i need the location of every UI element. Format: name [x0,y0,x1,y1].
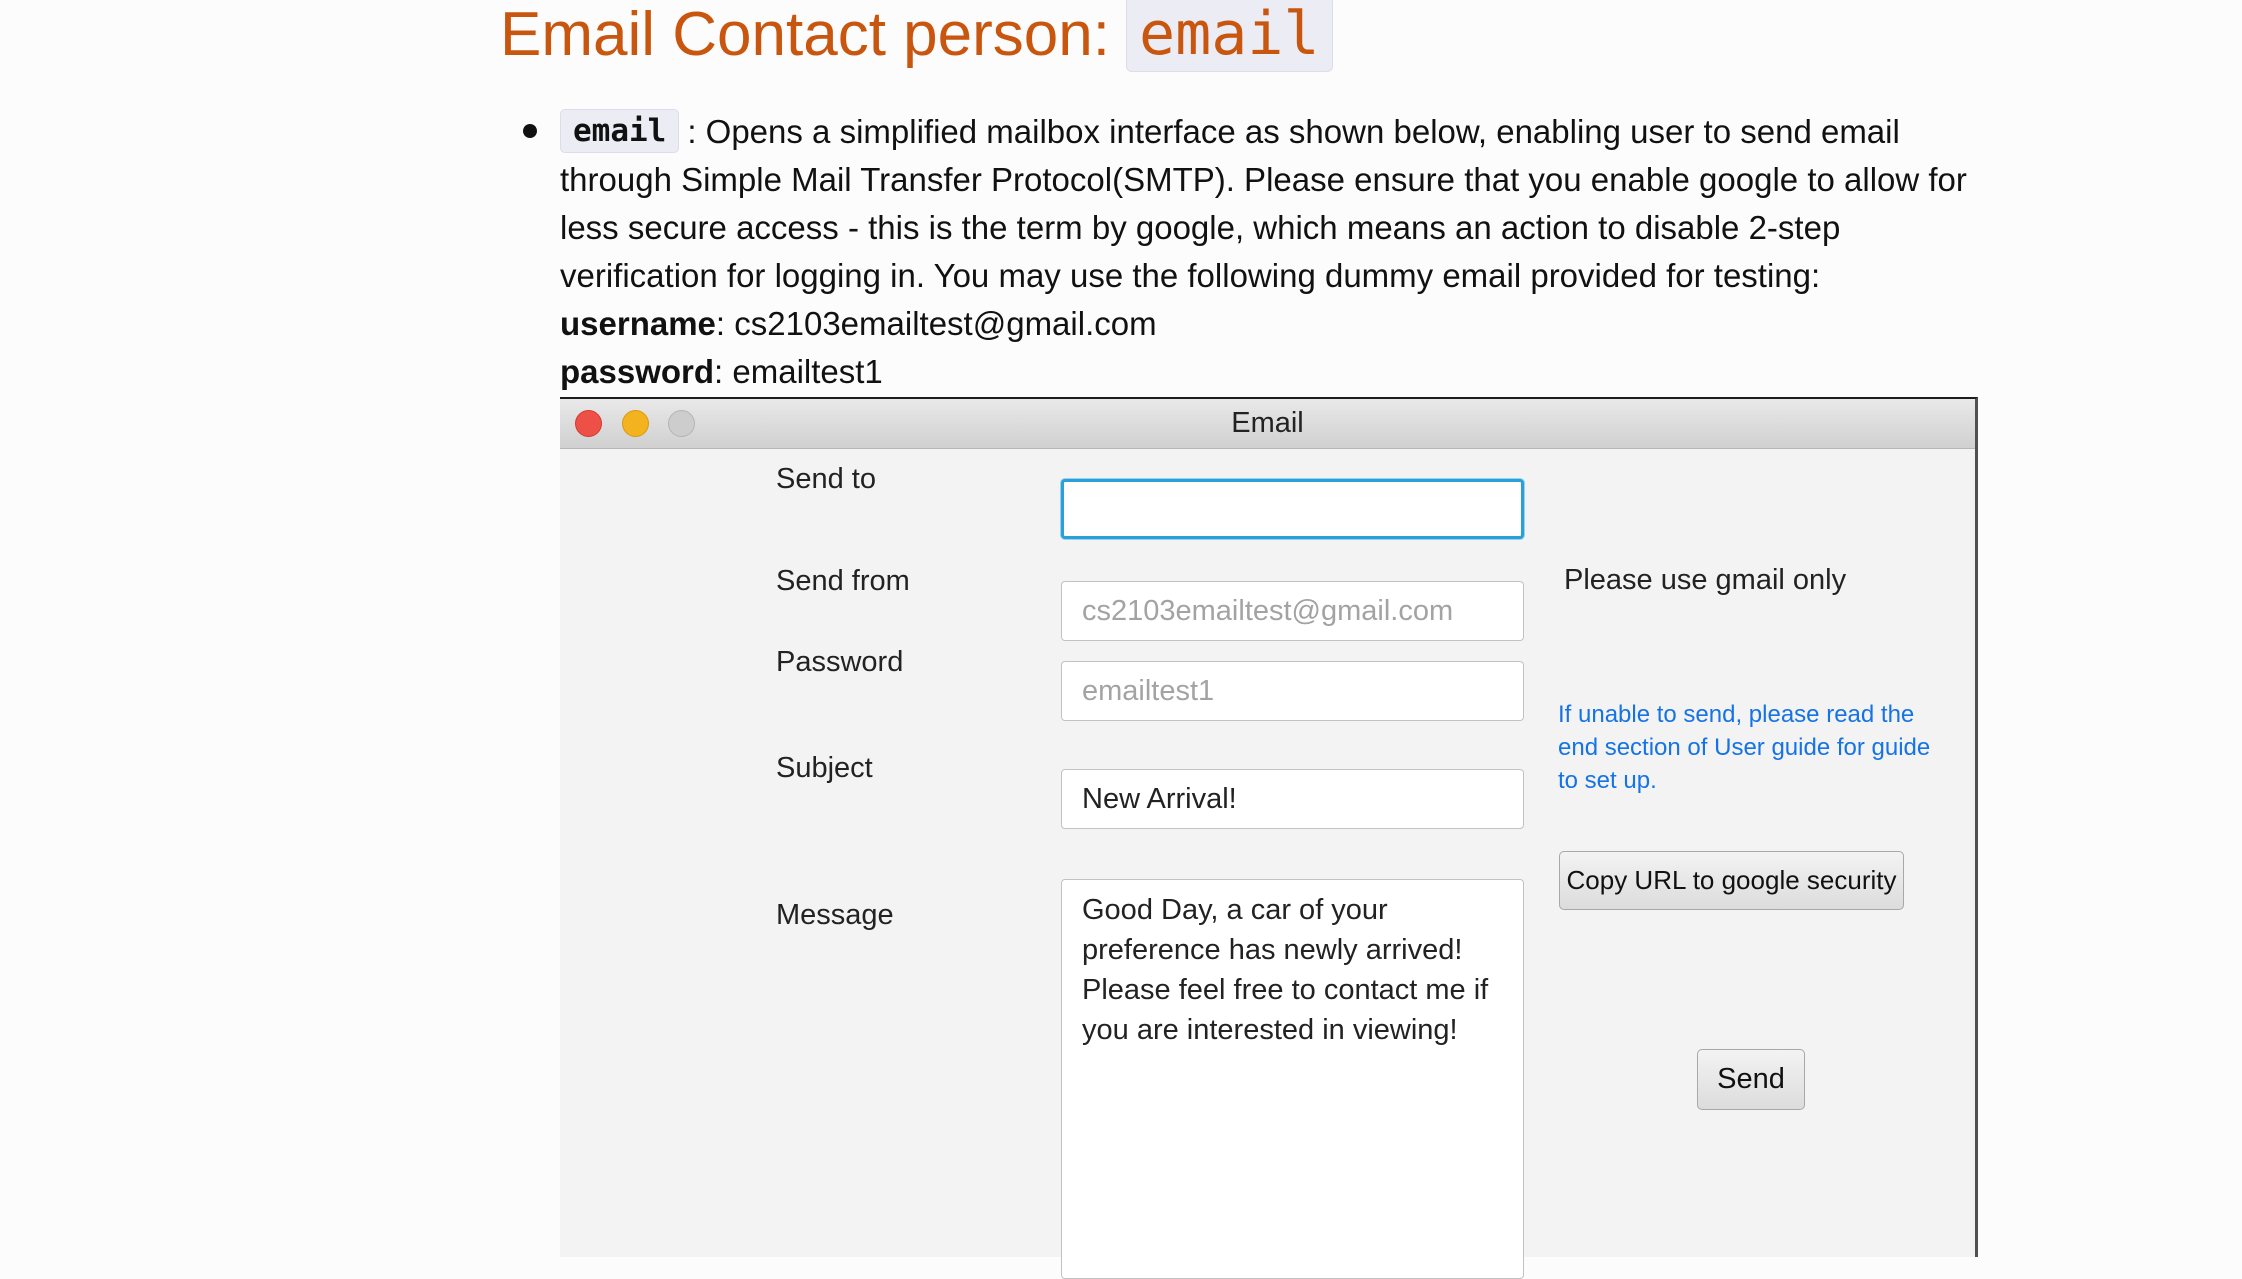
copy-google-security-url-button[interactable]: Copy URL to google security [1559,851,1904,910]
help-line-1: If unable to send, please read the [1558,701,1915,728]
help-line-2: end section of User guide for guide [1558,734,1931,761]
password-value: : emailtest1 [714,353,883,390]
section-heading-code: email [1125,0,1333,72]
description-line-3: less secure access - this is the term by… [560,209,1841,246]
message-line-4: you are interested in viewing! [1082,1014,1458,1046]
description-line-4: verification for logging in. You may use… [560,257,1821,294]
password-field-label: Password [776,646,904,678]
message-line-2: preference has newly arrived! [1082,934,1463,966]
setup-help-text: If unable to send, please read the end s… [1558,698,1958,797]
bullet-dot [523,124,537,138]
username-label: username [560,305,716,342]
message-line-3: Please feel free to contact me if [1082,974,1489,1006]
send-from-input[interactable]: cs2103emailtest@gmail.com [1061,581,1524,641]
window-titlebar: Email [560,399,1975,449]
description-text-1: : Opens a simplified mailbox interface a… [687,113,1900,150]
send-to-label: Send to [776,463,876,495]
email-window: Email Send to Send from cs2103emailtest@… [560,397,1978,1279]
username-value: : cs2103emailtest@gmail.com [715,305,1157,342]
password-label: password [560,353,715,390]
username-line: username: cs2103emailtest@gmail.com [560,300,1980,348]
message-label: Message [776,899,894,931]
subject-input[interactable]: New Arrival! [1061,769,1524,829]
window-title: Email [1231,407,1304,439]
command-description: email: Opens a simplified mailbox interf… [560,108,1980,396]
command-code: email [560,109,680,153]
gmail-only-hint: Please use gmail only [1564,564,1847,596]
message-line-1: Good Day, a car of your [1082,894,1388,926]
password-line: password: emailtest1 [560,348,1980,396]
help-line-3: to set up. [1558,767,1657,794]
description-line-1: email: Opens a simplified mailbox interf… [560,108,1980,156]
password-input[interactable]: emailtest1 [1061,661,1524,721]
description-line-2: through Simple Mail Transfer Protocol(SM… [560,161,1967,198]
subject-label: Subject [776,752,873,784]
section-heading-text: Email Contact person: [500,0,1110,69]
send-to-input[interactable] [1061,479,1524,539]
section-heading: Email Contact person: email [500,0,1333,74]
send-from-label: Send from [776,565,910,597]
send-button[interactable]: Send [1697,1049,1805,1110]
message-textarea[interactable]: Good Day, a car of your preference has n… [1061,879,1524,1279]
